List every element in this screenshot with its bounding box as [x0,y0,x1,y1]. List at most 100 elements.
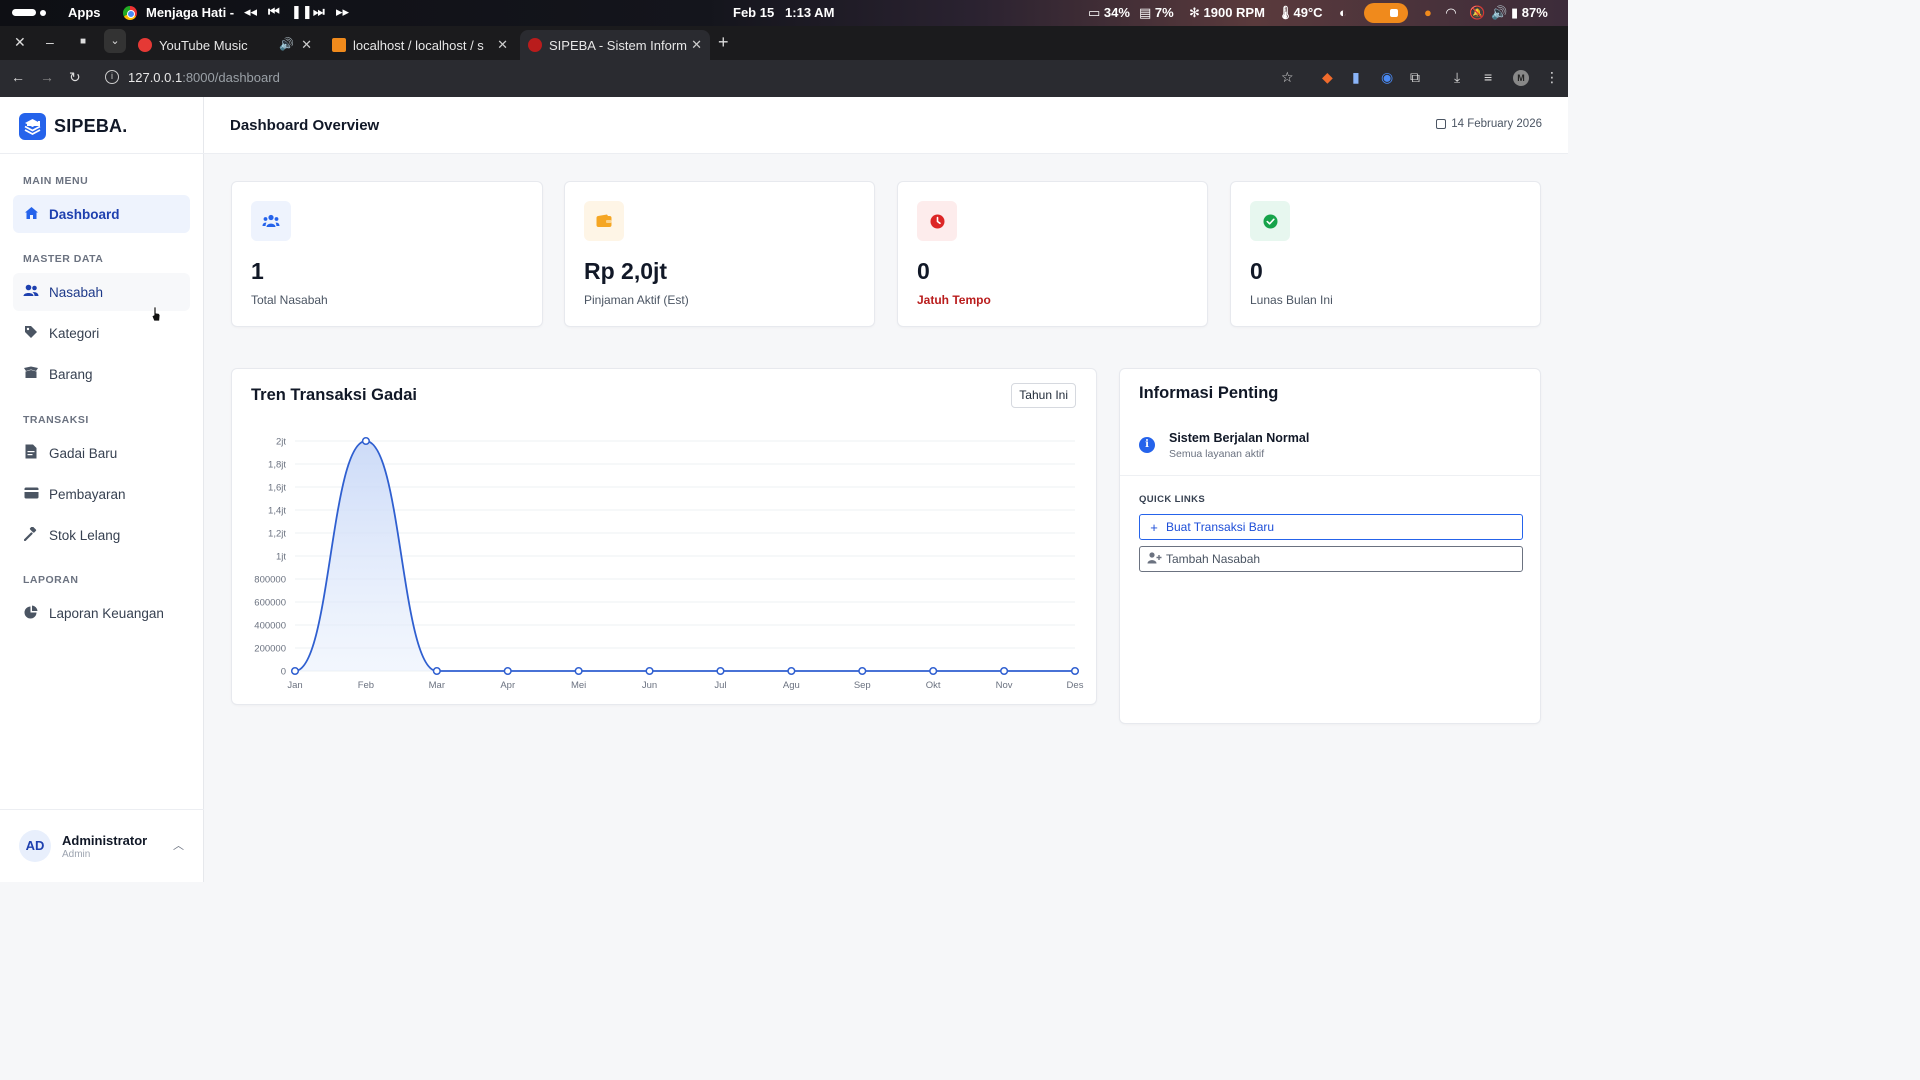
extension-doc-icon[interactable]: ▮ [1352,69,1360,86]
avatar: AD [19,830,51,862]
check-circle-icon [1250,201,1290,241]
info-divider [1120,475,1540,476]
tab-sipeba[interactable]: SIPEBA - Sistem Inform ✕ [520,30,710,60]
window-maximize-icon[interactable]: ■ [80,36,86,47]
battery-value: 87% [1521,5,1548,20]
url-field[interactable]: 127.0.0.1:8000/dashboard [128,70,280,85]
audio-playing-icon[interactable]: 🔊 [279,37,294,51]
chevron-up-icon[interactable]: ︿ [173,837,184,853]
window-close-icon[interactable]: ✕ [14,34,26,51]
download-icon[interactable]: ⤓ [1454,69,1460,86]
wifi-icon[interactable]: ◠ [1446,5,1456,21]
screen-record-indicator[interactable] [1364,3,1408,23]
workspace-dot[interactable] [40,10,46,16]
back-icon[interactable]: ← [11,69,25,85]
sidebar-item-pembayaran[interactable]: Pembayaran [13,475,190,513]
tab-title: YouTube Music [159,37,248,53]
data-point [645,666,654,676]
media-title[interactable]: Menjaga Hati - [146,5,234,20]
clock-date: Feb 15 [733,5,775,20]
data-point [858,666,867,676]
sidebar-item-barang[interactable]: Barang [13,355,190,393]
tab-youtube-music[interactable]: YouTube Music 🔊 ✕ [130,30,320,60]
apps-menu[interactable]: Apps [68,5,101,20]
forward-icon[interactable]: → [40,69,54,85]
y-tick-label: 1,4jt [268,506,286,517]
tab-close-icon[interactable]: ✕ [497,37,508,53]
sidebar-item-label: Gadai Baru [49,445,118,461]
period-filter-button[interactable]: Tahun Ini [1011,383,1076,408]
extensions-puzzle-icon[interactable]: ⧉ [1410,69,1420,86]
x-tick-label: Mei [571,680,586,691]
clock-time: 1:13 AM [785,5,835,20]
volume-icon[interactable]: 🔊 [1491,5,1507,21]
stat-card-total-nasabah: 1 Total Nasabah [231,181,543,327]
clock[interactable]: Feb 15 1:13 AM [733,5,834,20]
gavel-icon [23,525,39,544]
new-transaction-button[interactable]: + Buat Transaksi Baru [1139,514,1523,540]
previous-icon[interactable]: ⏮ [268,4,280,20]
user-role: Admin [62,849,91,860]
stat-value: 0 [1250,258,1263,284]
tab-close-icon[interactable]: ✕ [691,37,702,53]
section-laporan: LAPORAN [23,574,79,586]
battery-left-indicator: ▭ 34% [1088,5,1130,20]
data-point [574,666,583,676]
sidebar-item-kategori[interactable]: Kategori [13,314,190,352]
sidebar-item-stok-lelang[interactable]: Stok Lelang [13,516,190,554]
reload-icon[interactable]: ↻ [69,69,81,86]
chrome-icon [123,6,137,20]
stat-value: 1 [251,258,264,284]
fast-forward-icon[interactable]: ▸▸ [336,4,349,20]
tab-search-chevron-icon[interactable]: ⌄ [104,29,126,53]
workspace-indicator[interactable] [12,9,36,16]
brand[interactable]: SIPEBA. [19,112,127,140]
temperature-indicator: 🌡49°C [1277,5,1323,20]
sidebar-item-label: Laporan Keuangan [49,605,164,621]
rewind-icon[interactable]: ◂◂ [244,4,257,20]
section-main-menu: MAIN MENU [23,175,89,187]
section-transaksi: TRANSAKSI [23,414,89,426]
sidebar-item-nasabah[interactable]: Nasabah [13,273,190,311]
tab-close-icon[interactable]: ✕ [301,37,312,53]
site-info-icon[interactable]: i [105,70,119,84]
browser-menu-icon[interactable]: ⋮ [1545,69,1559,86]
y-tick-label: 400000 [254,621,286,632]
screen-share-icon[interactable]: ◐ [1339,5,1347,20]
media-controls-icon[interactable]: ≡ [1484,69,1492,85]
sidebar-item-laporan-keuangan[interactable]: Laporan Keuangan [13,594,190,632]
data-point [716,666,725,676]
sidebar-item-gadai-baru[interactable]: Gadai Baru [13,434,190,472]
x-tick-label: Jul [714,680,726,691]
url-host: 127.0.0.1 [128,70,183,85]
stat-card-pinjaman-aktif: Rp 2,0jt Pinjaman Aktif (Est) [564,181,875,327]
pause-icon[interactable]: ❚❚ [291,4,313,20]
fan-indicator: ✻ 1900 RPM [1189,5,1265,20]
browser-tab-strip: ✕ – ■ ⌄ YouTube Music 🔊 ✕ localhost / lo… [0,26,1568,60]
extension-fox-icon[interactable]: ◆ [1322,69,1333,86]
extension-circle-icon[interactable]: ◉ [1381,69,1393,86]
profile-avatar[interactable]: M [1513,70,1529,86]
tab-phpmyadmin[interactable]: localhost / localhost / s ✕ [324,30,516,60]
stat-label: Lunas Bulan Ini [1250,293,1333,307]
bookmark-star-icon[interactable]: ☆ [1281,69,1294,86]
temperature-value: 49°C [1293,5,1323,20]
new-tab-icon[interactable]: + [718,32,729,53]
url-path: :8000/dashboard [182,70,280,85]
sidebar-item-label: Barang [49,366,93,382]
hand-cursor-icon [151,306,161,322]
next-icon[interactable]: ⏭ [313,4,325,20]
x-tick-label: Jun [642,680,657,691]
user-menu[interactable]: AD Administrator Admin ︿ [0,809,204,882]
sidebar-item-dashboard[interactable]: Dashboard [13,195,190,233]
system-status: i Sistem Berjalan Normal Semua layanan a… [1139,430,1504,474]
window-minimize-icon[interactable]: – [46,34,54,50]
microphone-icon[interactable]: ● [1424,5,1432,20]
battery-indicator[interactable]: ▮ 87% [1511,5,1548,21]
notifications-muted-icon[interactable]: 🔕 [1469,5,1485,21]
add-customer-button[interactable]: Tambah Nasabah [1139,546,1523,572]
y-tick-label: 1,2jt [268,529,286,540]
data-point [361,436,370,446]
y-tick-label: 0 [281,667,286,678]
data-point [1000,666,1009,676]
